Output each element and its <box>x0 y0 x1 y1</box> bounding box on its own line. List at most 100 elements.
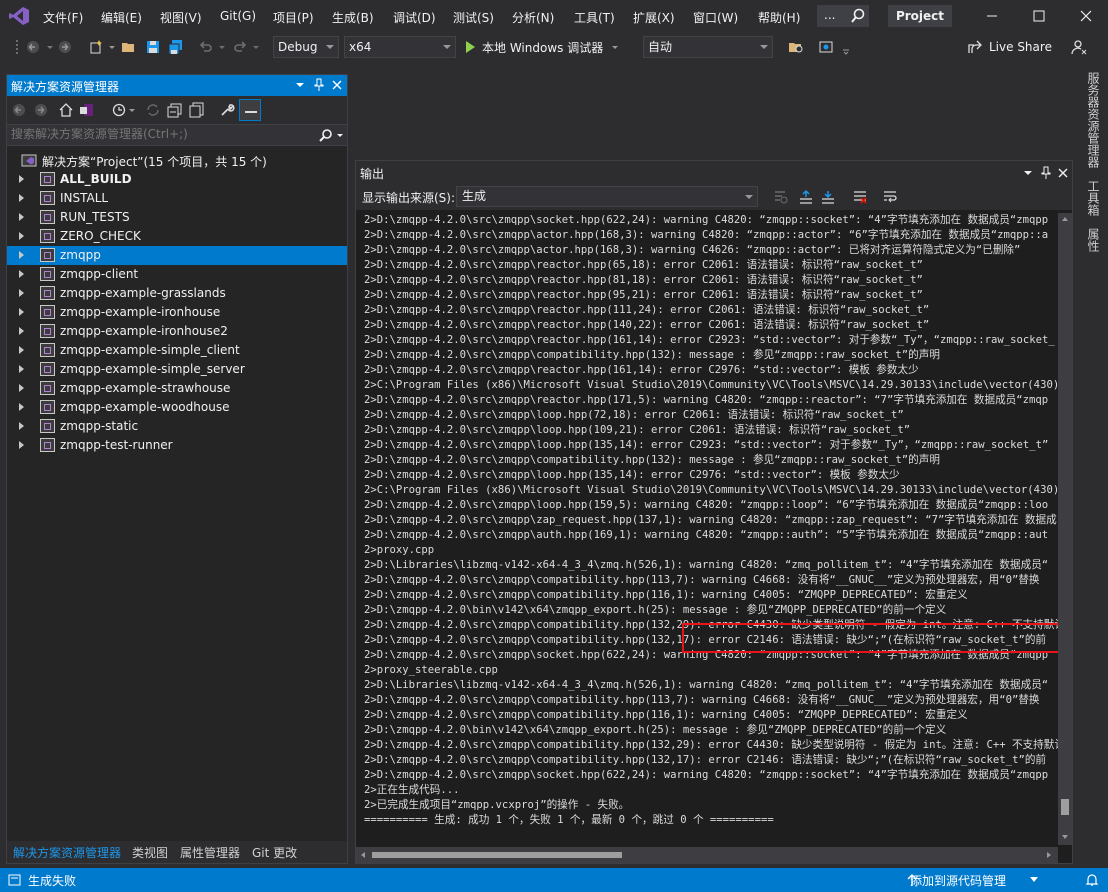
menu-tools[interactable]: 工具(T) <box>574 9 615 26</box>
live-share-icon[interactable] <box>967 39 983 55</box>
navigate-back-icon[interactable] <box>25 39 41 55</box>
tab-class-view[interactable]: 类视图 <box>132 844 168 861</box>
navigate-back-dropdown-icon[interactable] <box>42 39 58 55</box>
find-in-files-icon[interactable] <box>788 39 804 55</box>
expand-arrow-icon[interactable] <box>19 213 24 221</box>
show-all-files-icon[interactable] <box>189 102 205 118</box>
solution-configuration-select[interactable]: 自动 <box>643 36 773 58</box>
close-panel-icon[interactable] <box>331 79 343 91</box>
window-position-dropdown-icon[interactable] <box>294 79 306 91</box>
expand-arrow-icon[interactable] <box>19 175 24 183</box>
scroll-up-icon[interactable] <box>1061 215 1069 223</box>
project-item[interactable]: zmqpp-example-ironhouse2 <box>7 322 347 341</box>
tab-git-changes[interactable]: Git 更改 <box>252 844 297 861</box>
side-tab-server-explorer[interactable]: 服务器资源管理器 <box>1084 72 1102 168</box>
sync-icon[interactable] <box>145 102 161 118</box>
expand-arrow-icon[interactable] <box>19 194 24 202</box>
output-vertical-scrollbar[interactable] <box>1058 213 1072 845</box>
solution-explorer-search[interactable] <box>7 124 347 146</box>
expand-arrow-icon[interactable] <box>19 384 24 392</box>
project-item[interactable]: zmqpp-test-runner <box>7 436 347 455</box>
project-item[interactable]: INSTALL <box>7 189 347 208</box>
menu-edit[interactable]: 编辑(E) <box>101 9 142 26</box>
project-item[interactable]: ZERO_CHECK <box>7 227 347 246</box>
tab-property-manager[interactable]: 属性管理器 <box>180 844 240 861</box>
save-icon[interactable] <box>145 39 161 55</box>
toolbar-overflow-icon[interactable] <box>838 39 854 55</box>
debug-target-dropdown-icon[interactable] <box>607 39 623 55</box>
menu-git[interactable]: Git(G) <box>220 9 256 23</box>
open-folder-icon[interactable] <box>121 39 137 55</box>
previous-message-icon[interactable] <box>798 189 814 205</box>
project-item[interactable]: RUN_TESTS <box>7 208 347 227</box>
pin-icon[interactable] <box>1040 166 1052 180</box>
expand-arrow-icon[interactable] <box>19 232 24 240</box>
project-item[interactable]: zmqpp-example-ironhouse <box>7 303 347 322</box>
tab-solution-explorer[interactable]: 解决方案资源管理器 <box>13 844 121 861</box>
expand-arrow-icon[interactable] <box>19 327 24 335</box>
project-item[interactable]: zmqpp-example-grasslands <box>7 284 347 303</box>
add-to-source-control-button[interactable]: 添加到源代码管理 <box>910 872 1006 889</box>
undo-icon[interactable] <box>198 39 214 55</box>
output-source-select[interactable]: 生成 <box>456 186 758 207</box>
horizontal-scroll-thumb[interactable] <box>372 852 622 858</box>
project-item[interactable]: zmqpp-static <box>7 417 347 436</box>
expand-arrow-icon[interactable] <box>19 346 24 354</box>
redo-dropdown-icon[interactable] <box>248 39 264 55</box>
screen-capture-icon[interactable] <box>818 39 834 55</box>
expand-arrow-icon[interactable] <box>19 308 24 316</box>
window-position-dropdown-icon[interactable] <box>1022 167 1034 179</box>
word-wrap-icon[interactable] <box>882 189 898 205</box>
side-tab-properties[interactable]: 属性 <box>1084 228 1102 252</box>
properties-wrench-icon[interactable] <box>219 102 235 118</box>
preview-selected-items-button[interactable] <box>239 99 261 121</box>
minimize-icon[interactable] <box>984 8 1000 24</box>
menu-file[interactable]: 文件(F) <box>43 9 83 26</box>
find-message-in-code-icon[interactable] <box>772 189 788 205</box>
save-all-icon[interactable] <box>168 39 184 55</box>
expand-arrow-icon[interactable] <box>19 270 24 278</box>
live-share-button[interactable]: Live Share <box>989 40 1052 54</box>
new-project-dropdown-icon[interactable] <box>104 39 120 55</box>
close-panel-icon[interactable] <box>1057 167 1069 179</box>
expand-arrow-icon[interactable] <box>19 441 24 449</box>
side-tab-toolbox[interactable]: 工具箱 <box>1084 180 1102 216</box>
feedback-person-icon[interactable] <box>1071 39 1087 55</box>
project-item[interactable]: zmqpp-example-simple_server <box>7 360 347 379</box>
project-item[interactable]: zmqpp-example-woodhouse <box>7 398 347 417</box>
expand-arrow-icon[interactable] <box>19 251 24 259</box>
output-horizontal-scrollbar[interactable] <box>356 847 1058 863</box>
clear-all-icon[interactable] <box>852 189 868 205</box>
maximize-icon[interactable] <box>1031 8 1047 24</box>
expand-arrow-icon[interactable] <box>19 403 24 411</box>
collapse-all-icon[interactable] <box>167 102 183 118</box>
search-box[interactable]: ... <box>817 5 869 27</box>
scroll-down-icon[interactable] <box>1061 833 1069 841</box>
new-project-icon[interactable] <box>88 39 104 55</box>
switch-views-icon[interactable] <box>79 102 95 118</box>
forward-icon[interactable] <box>33 102 49 118</box>
menu-help[interactable]: 帮助(H) <box>758 9 800 26</box>
expand-arrow-icon[interactable] <box>19 422 24 430</box>
menu-analyze[interactable]: 分析(N) <box>512 9 554 26</box>
pending-changes-filter-icon[interactable] <box>111 102 127 118</box>
solution-root[interactable]: 解决方案“Project”(15 个项目，共 15 个) <box>7 151 347 170</box>
configuration-select[interactable]: Debug <box>273 36 339 58</box>
expand-arrow-icon[interactable] <box>19 289 24 297</box>
search-options-dropdown-icon[interactable] <box>336 129 344 141</box>
scroll-right-icon[interactable] <box>1045 851 1053 859</box>
home-icon[interactable] <box>58 102 74 118</box>
menu-project[interactable]: 项目(P) <box>273 9 314 26</box>
output-text-area[interactable]: 2>D:\zmqpp-4.2.0\src\zmqpp\socket.hpp(62… <box>364 213 1060 831</box>
vertical-scroll-thumb[interactable] <box>1061 799 1069 815</box>
menu-extensions[interactable]: 扩展(X) <box>633 9 675 26</box>
project-item[interactable]: zmqpp <box>7 246 347 265</box>
search-icon[interactable] <box>319 128 333 142</box>
project-item[interactable]: zmqpp-client <box>7 265 347 284</box>
project-item[interactable]: zmqpp-example-strawhouse <box>7 379 347 398</box>
menu-build[interactable]: 生成(B) <box>332 9 374 26</box>
next-message-icon[interactable] <box>820 189 836 205</box>
navigate-forward-icon[interactable] <box>57 39 73 55</box>
menu-window[interactable]: 窗口(W) <box>693 9 738 26</box>
close-window-icon[interactable] <box>1078 8 1094 24</box>
